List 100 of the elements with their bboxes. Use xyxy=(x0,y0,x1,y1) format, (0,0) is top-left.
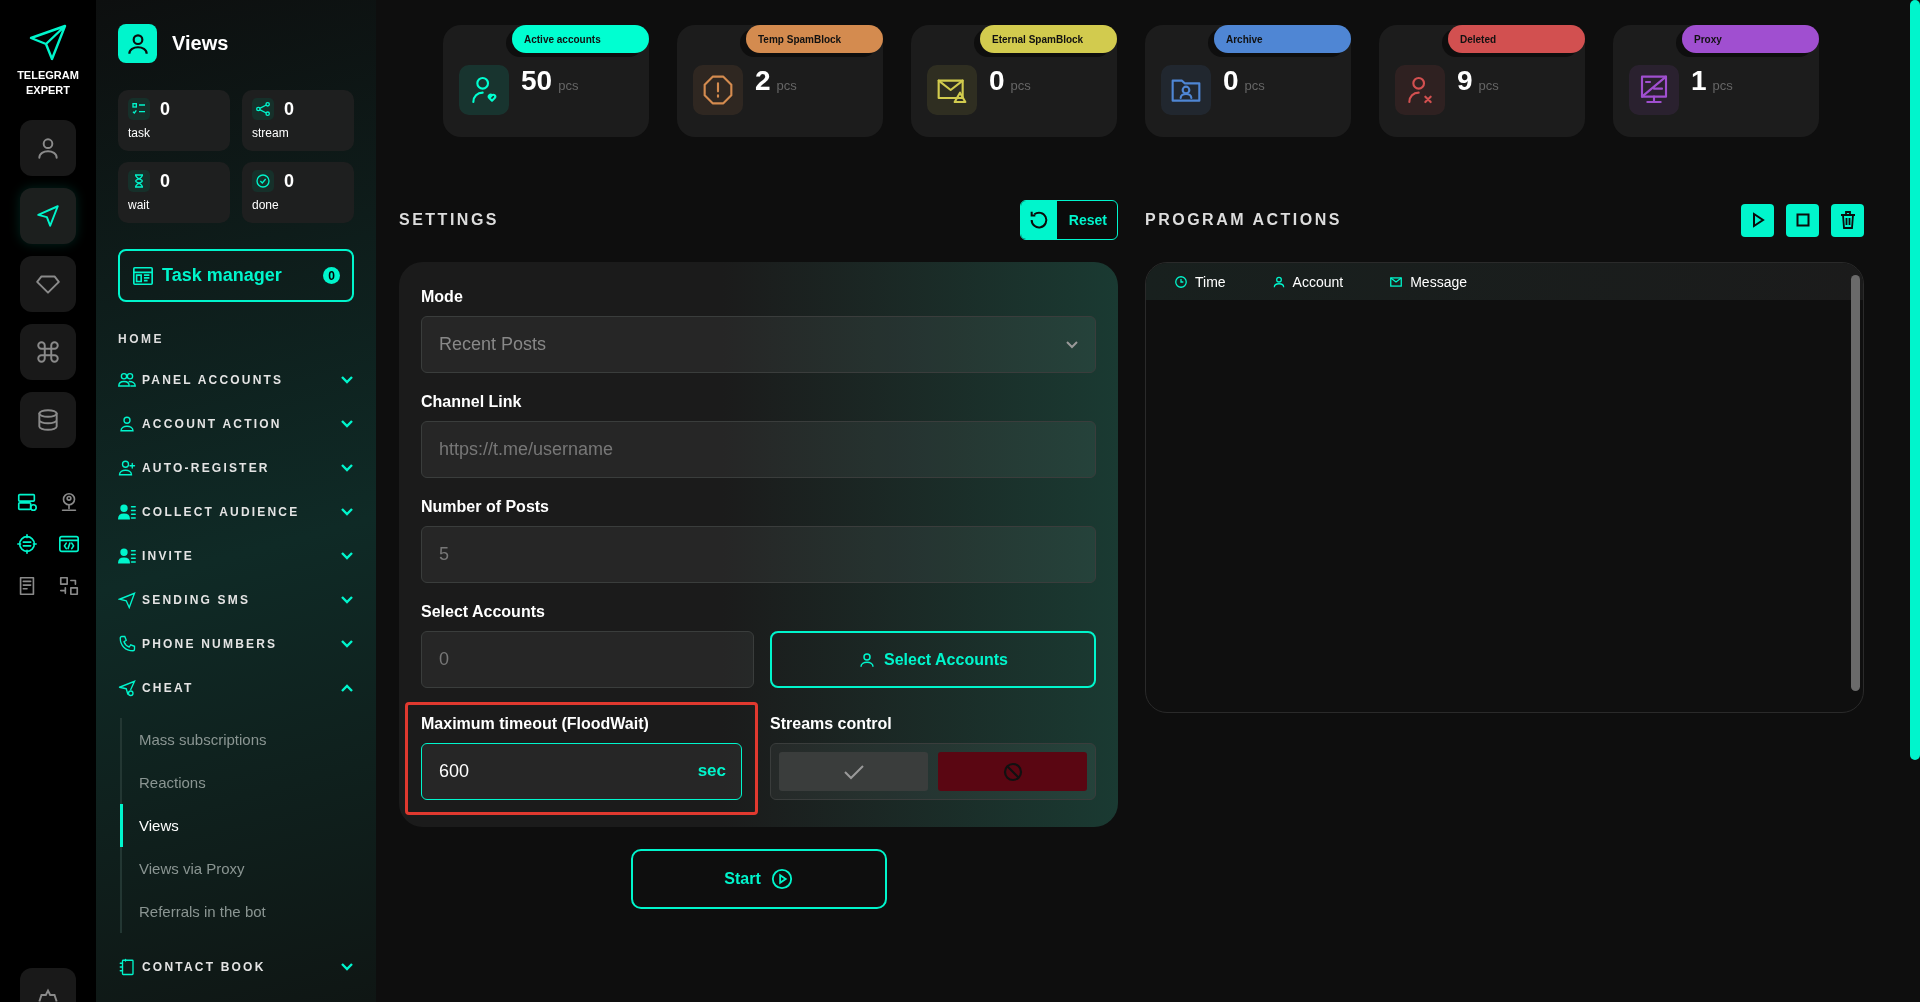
user-icon xyxy=(858,650,877,669)
column-header: Message xyxy=(1410,273,1467,290)
field-label: Streams control xyxy=(770,715,893,733)
section-title: PROGRAM ACTIONS xyxy=(1145,211,1342,229)
task-manager-label: Task manager xyxy=(162,265,283,286)
posts-count-field[interactable]: 5 xyxy=(421,526,1096,583)
field-label: Channel Link xyxy=(421,393,523,411)
counter-label: done xyxy=(252,198,280,212)
column-header: Time xyxy=(1195,273,1226,290)
scrollbar-thumb[interactable] xyxy=(1851,275,1860,691)
counter-label: task xyxy=(128,126,151,140)
stat-value: 0 xyxy=(989,65,1005,97)
paper-plane-icon xyxy=(118,679,136,697)
phone-icon xyxy=(118,635,136,653)
paper-plane-icon xyxy=(28,24,68,62)
nav-section[interactable]: CHEAT xyxy=(118,666,354,710)
stat-value: 2 xyxy=(755,65,771,97)
nav-item[interactable]: Views xyxy=(120,804,354,847)
profile-tile[interactable] xyxy=(20,120,76,176)
user-list-icon xyxy=(118,503,136,521)
field-label: Maximum timeout (FloodWait) xyxy=(421,715,650,733)
chevron-icon xyxy=(340,962,354,972)
start-button[interactable]: Start xyxy=(630,849,887,909)
task-board-icon xyxy=(132,264,154,287)
page-scrollbar[interactable] xyxy=(1910,0,1920,760)
share-icon xyxy=(252,98,274,120)
counter-label: wait xyxy=(128,198,151,212)
logo-text: TELEGRAM EXPERT xyxy=(16,68,80,98)
accounts-count-field[interactable]: 0 xyxy=(421,631,754,688)
nav-section[interactable]: COLLECT AUDIENCE xyxy=(118,490,354,534)
stat-unit: pcs xyxy=(1712,78,1733,93)
counter-label: stream xyxy=(252,126,290,140)
diamond-tile[interactable] xyxy=(20,256,76,312)
chevron-icon xyxy=(340,375,354,385)
channel-link-field[interactable]: https://t.me/username xyxy=(421,421,1096,478)
check-icon xyxy=(842,763,865,780)
send-tile[interactable] xyxy=(20,188,76,244)
chevron-icon xyxy=(340,683,354,693)
user-icon xyxy=(35,135,61,161)
stop-icon xyxy=(1794,212,1811,228)
database-icon xyxy=(35,407,61,433)
checklist-icon xyxy=(128,98,150,120)
user-icon xyxy=(118,24,157,63)
stat-unit: pcs xyxy=(1478,78,1499,93)
task-manager-button[interactable]: Task manager 0 xyxy=(118,249,354,302)
command-icon xyxy=(35,339,61,365)
counter-value: 0 xyxy=(160,98,170,120)
user-list-icon xyxy=(118,547,136,565)
unit-label: sec xyxy=(697,761,726,781)
database-tile[interactable] xyxy=(20,392,76,448)
stop-button[interactable] xyxy=(1786,203,1819,237)
counter-value: 0 xyxy=(284,170,294,192)
page-title: Views xyxy=(172,32,229,55)
chevron-icon xyxy=(340,507,354,517)
envelope-icon xyxy=(1389,274,1404,289)
play-circle-icon xyxy=(770,868,793,890)
nav-section[interactable]: PANEL ACCOUNTS xyxy=(118,358,354,402)
trash-icon xyxy=(1839,211,1856,229)
section-title: SETTINGS xyxy=(399,211,499,229)
chevron-icon xyxy=(1066,340,1078,349)
stat-unit: pcs xyxy=(1244,78,1265,93)
reset-button[interactable]: Reset xyxy=(1019,200,1118,240)
nav-item[interactable]: Mass subscriptions xyxy=(120,718,354,761)
chevron-icon xyxy=(340,595,354,605)
stat-value: 0 xyxy=(1223,65,1239,97)
envelope-warning-icon xyxy=(927,65,977,115)
stat-unit: pcs xyxy=(558,78,579,93)
settings-tile[interactable] xyxy=(20,968,76,1002)
chevron-icon xyxy=(340,419,354,429)
nav-item[interactable]: Views via Proxy xyxy=(120,847,354,890)
server-icon xyxy=(1629,65,1679,115)
nav-item[interactable]: Referrals in the bot xyxy=(120,890,354,933)
mode-dropdown[interactable]: Recent Posts xyxy=(421,316,1096,373)
swap-tool-icon[interactable] xyxy=(57,574,81,598)
nav-section[interactable]: AUTO-REGISTER xyxy=(118,446,354,490)
stat-unit: pcs xyxy=(776,78,797,93)
counter-value: 0 xyxy=(160,170,170,192)
command-tile[interactable] xyxy=(20,324,76,380)
nav-home-link[interactable]: HOME xyxy=(118,332,164,346)
user-icon xyxy=(118,415,136,433)
select-accounts-button[interactable]: Select Accounts xyxy=(770,631,1096,688)
paper-plane-icon xyxy=(35,203,61,229)
chevron-icon xyxy=(340,551,354,561)
nav-section[interactable]: PHONE NUMBERS xyxy=(118,622,354,666)
nav-section[interactable]: INVITE xyxy=(118,534,354,578)
prohibited-icon xyxy=(1001,760,1024,783)
hourglass-icon xyxy=(128,170,150,192)
nav-item[interactable]: Reactions xyxy=(120,761,354,804)
play-button[interactable] xyxy=(1741,203,1774,237)
nav-section[interactable]: CONTACT BOOK xyxy=(118,945,354,989)
notebook-icon xyxy=(118,958,136,976)
delete-button[interactable] xyxy=(1831,203,1864,237)
users-icon xyxy=(118,371,136,389)
nav-section[interactable]: ACCOUNT ACTION xyxy=(118,402,354,446)
chevron-icon xyxy=(340,639,354,649)
stat-unit: pcs xyxy=(1010,78,1031,93)
nav-section[interactable]: SENDING SMS xyxy=(118,578,354,622)
folder-user-icon xyxy=(1161,65,1211,115)
user-remove-icon xyxy=(1395,65,1445,115)
stat-value: 1 xyxy=(1691,65,1707,97)
